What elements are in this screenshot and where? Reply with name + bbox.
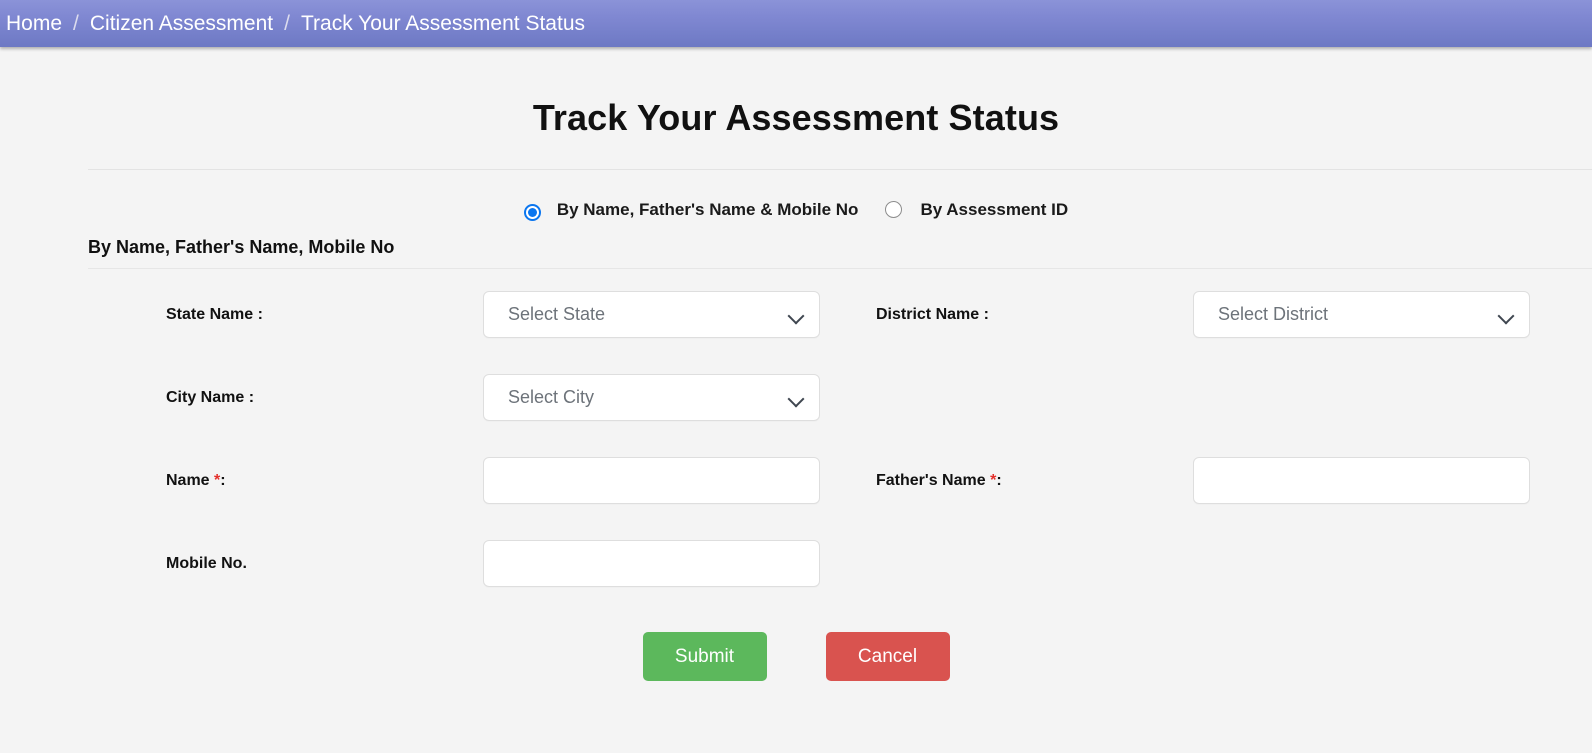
father-name-label-colon: : [996,471,1002,489]
breadcrumb-separator: / [284,12,290,35]
section-heading: By Name, Father's Name, Mobile No [88,237,1592,269]
chevron-down-icon [789,393,805,403]
mobile-label: Mobile No. [166,554,247,572]
chevron-down-icon [1499,310,1515,320]
page-content: Track Your Assessment Status By Name, Fa… [0,47,1592,681]
breadcrumb-item-home[interactable]: Home [6,13,62,34]
search-mode-group: By Name, Father's Name & Mobile No By As… [0,170,1592,221]
radio-by-assessment-id-icon[interactable] [885,200,903,218]
form-actions: Submit Cancel [0,623,1592,681]
field-father-name: Father's Name *: [876,457,1592,504]
field-mobile: Mobile No. [0,540,876,587]
radio-option-by-name[interactable]: By Name, Father's Name & Mobile No [523,200,859,221]
breadcrumb-item-citizen-assessment[interactable]: Citizen Assessment [90,13,273,34]
father-name-input-wrap[interactable] [1193,457,1530,504]
name-input-wrap[interactable] [483,457,820,504]
state-select[interactable]: Select State [483,291,820,338]
name-label: Name *: [166,472,483,490]
name-label-text: Name [166,471,215,489]
field-name: Name *: [0,457,876,504]
form-row-state-district: State Name : Select State District Name … [0,291,1592,374]
field-district: District Name : Select District [876,291,1592,338]
district-label: District Name : [876,305,989,323]
assessment-search-form: State Name : Select State District Name … [0,269,1592,681]
city-select[interactable]: Select City [483,374,820,421]
radio-option-by-name-label: By Name, Father's Name & Mobile No [556,200,859,219]
field-city: City Name : Select City [0,374,876,421]
father-name-label-text: Father's Name [876,471,991,489]
breadcrumb-item-track-your-assessment-status: Track Your Assessment Status [300,12,585,35]
city-label: City Name : [166,388,255,406]
form-row-name-father: Name *: Father's Name *: [0,457,1592,540]
district-select[interactable]: Select District [1193,291,1530,338]
city-select-value: Select City [508,387,595,407]
mobile-input[interactable] [484,541,819,586]
mobile-input-wrap[interactable] [483,540,820,587]
field-state: State Name : Select State [0,291,876,338]
name-label-colon: : [220,471,226,489]
cancel-button[interactable]: Cancel [825,632,950,681]
breadcrumb-separator: / [73,12,79,35]
father-name-label: Father's Name *: [876,472,1193,490]
radio-option-by-assessment-id-label: By Assessment ID [920,200,1069,219]
form-row-mobile: Mobile No. [0,540,1592,623]
radio-option-by-assessment-id[interactable]: By Assessment ID [885,200,1068,220]
page-title: Track Your Assessment Status [532,97,1060,138]
father-name-input[interactable] [1194,458,1529,503]
radio-by-name-icon[interactable] [523,203,541,221]
district-select-value: Select District [1218,304,1329,324]
submit-button[interactable]: Submit [642,632,767,681]
state-select-value: Select State [508,304,606,324]
form-row-city: City Name : Select City [0,374,1592,457]
breadcrumb: Home / Citizen Assessment / Track Your A… [0,0,1592,47]
state-label: State Name : [166,305,263,323]
chevron-down-icon [789,310,805,320]
name-input[interactable] [484,458,819,503]
